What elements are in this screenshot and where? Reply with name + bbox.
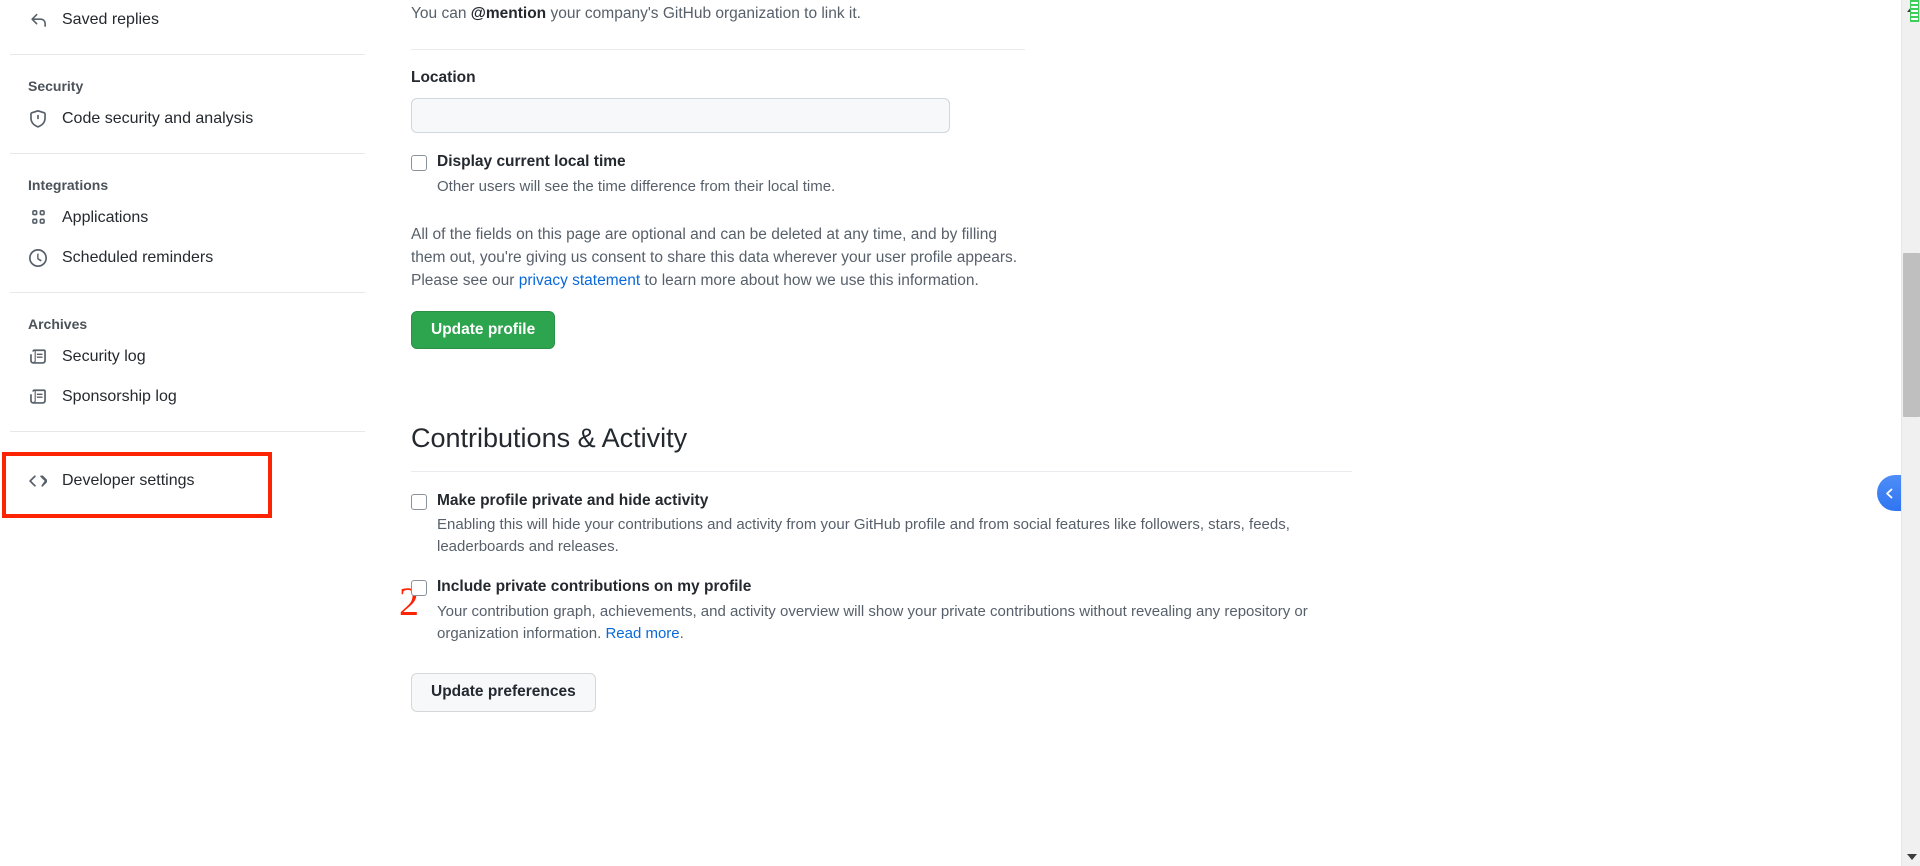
display-local-time-description: Other users will see the time difference… — [437, 176, 1317, 198]
private-profile-label: Make profile private and hide activity — [437, 491, 708, 510]
sidebar-item-label: Sponsorship log — [62, 389, 177, 405]
private-contributions-checkbox[interactable] — [411, 580, 427, 596]
scroll-log-icon — [28, 387, 48, 407]
private-profile-row: Make profile private and hide activity — [411, 491, 1861, 510]
sidebar-item-security-log[interactable]: Security log — [10, 337, 378, 377]
sidebar-group-title-security: Security — [10, 79, 378, 93]
sidebar-item-applications[interactable]: Applications — [10, 198, 378, 238]
location-label: Location — [411, 69, 1861, 87]
chevron-left-icon — [1883, 487, 1896, 500]
content-divider — [411, 49, 1025, 50]
sidebar-item-label: Developer settings — [62, 473, 195, 489]
private-profile-description: Enabling this will hide your contributio… — [437, 514, 1317, 558]
sidebar-item-developer-settings[interactable]: Developer settings — [6, 471, 195, 491]
sidebar-item-label: Saved replies — [62, 12, 159, 28]
sidebar-item-label: Security log — [62, 349, 146, 365]
private-contributions-text-pre: Your contribution graph, achievements, a… — [437, 603, 1308, 642]
settings-sidebar: Saved replies Security Code security and… — [0, 0, 378, 866]
page-scrollbar[interactable] — [1901, 0, 1920, 866]
mention-hint-post: your company's GitHub organization to li… — [546, 5, 861, 22]
privacy-statement-link[interactable]: privacy statement — [519, 272, 640, 289]
location-input[interactable] — [411, 98, 950, 133]
scrollbar-position-marker[interactable] — [1910, 0, 1919, 22]
private-profile-checkbox[interactable] — [411, 494, 427, 510]
update-profile-button[interactable]: Update profile — [411, 311, 555, 350]
scrollbar-thumb[interactable] — [1903, 253, 1920, 417]
sidebar-divider — [10, 153, 365, 154]
github-settings-page: Saved replies Security Code security and… — [0, 0, 1920, 866]
sidebar-item-scheduled-reminders[interactable]: Scheduled reminders — [10, 238, 378, 278]
shield-check-icon — [28, 109, 48, 129]
sidebar-divider — [10, 431, 365, 432]
mention-hint-pre: You can — [411, 5, 471, 22]
collapse-panel-tab[interactable] — [1877, 475, 1901, 511]
optional-fields-paragraph: All of the fields on this page are optio… — [411, 224, 1025, 293]
sidebar-group-title-archives: Archives — [10, 317, 378, 331]
display-local-time-label: Display current local time — [437, 152, 626, 171]
update-preferences-button[interactable]: Update preferences — [411, 673, 596, 712]
private-contributions-label: Include private contributions on my prof… — [437, 577, 751, 596]
sidebar-divider — [10, 54, 365, 55]
sidebar-item-code-security-and-analysis[interactable]: Code security and analysis — [10, 99, 378, 139]
scrollbar-down-arrow[interactable] — [1902, 848, 1920, 866]
sidebar-item-label: Applications — [62, 210, 148, 226]
clock-icon — [28, 248, 48, 268]
optional-fields-text-post: to learn more about how we use this info… — [640, 272, 979, 289]
code-brackets-icon — [28, 471, 48, 491]
read-more-link[interactable]: Read more — [605, 625, 679, 642]
developer-settings-highlight-box: Developer settings — [2, 452, 272, 518]
display-local-time-row: Display current local time — [411, 152, 1861, 171]
heading-divider — [411, 471, 1352, 472]
apps-grid-icon — [28, 208, 48, 228]
private-contributions-row: Include private contributions on my prof… — [411, 577, 1861, 596]
sidebar-item-label: Code security and analysis — [62, 111, 253, 127]
triangle-down-icon — [1907, 854, 1917, 860]
display-local-time-checkbox[interactable] — [411, 155, 427, 171]
private-contributions-description: Your contribution graph, achievements, a… — [437, 601, 1317, 645]
sidebar-group-title-integrations: Integrations — [10, 178, 378, 192]
scroll-log-icon — [28, 347, 48, 367]
contributions-activity-heading: Contributions & Activity — [411, 422, 1861, 454]
sidebar-item-saved-replies[interactable]: Saved replies — [10, 0, 378, 40]
sidebar-divider — [10, 292, 365, 293]
main-content: You can @mention your company's GitHub o… — [411, 0, 1861, 866]
private-contributions-text-post: . — [680, 625, 684, 642]
mention-keyword: @mention — [471, 5, 546, 22]
reply-icon — [28, 10, 48, 30]
sidebar-item-label: Scheduled reminders — [62, 250, 213, 266]
mention-hint-text: You can @mention your company's GitHub o… — [411, 0, 1861, 25]
sidebar-item-sponsorship-log[interactable]: Sponsorship log — [10, 377, 378, 417]
